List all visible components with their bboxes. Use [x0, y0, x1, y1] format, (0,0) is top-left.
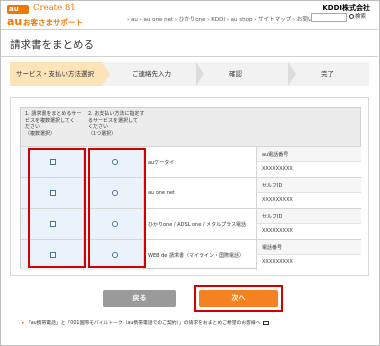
au-one-logo[interactable]: au one: [7, 5, 29, 22]
search-button-label: 検索: [355, 14, 367, 20]
search-button[interactable]: 検索: [349, 13, 373, 22]
next-button-highlight: [194, 285, 283, 312]
id-label: セルフID: [262, 183, 283, 189]
step-1: サービス・支払い方法選択: [10, 62, 102, 86]
title-divider: [1, 56, 378, 57]
id-value: XXXXXXXXX: [262, 259, 293, 265]
page-title: 請求書をまとめる: [10, 39, 94, 51]
step-3-label: 確認: [229, 70, 242, 78]
footnote-link[interactable]: ▸ 「au携帯電話」と「001国際モバイルトーク（au携帯電話でのご契約）」の請…: [22, 319, 269, 326]
id-value-cell: XXXXXXXXX: [257, 162, 361, 177]
search-input[interactable]: [311, 13, 347, 22]
id-label: 電話番号: [262, 245, 283, 251]
step-4: 完了: [321, 62, 334, 86]
id-value-cell: XXXXXXXXX: [257, 224, 361, 239]
service-name: au one net: [148, 190, 175, 196]
col-header-payment-line: 2. お支払い方法に指定す: [88, 111, 145, 117]
search-icon: [349, 14, 354, 19]
step-2: ご連絡先入力: [132, 62, 171, 86]
service-id-area: 電話番号 XXXXXXXXX: [256, 240, 361, 270]
id-label-cell: セルフID: [257, 209, 361, 224]
top-nav-links[interactable]: › au › au one net › ひかりone › KDDI › au s…: [127, 15, 330, 23]
col-header-select-line: （複数選択）: [25, 130, 56, 137]
progress-steps: サービス・支払い方法選択 ご連絡先入力 確認 完了: [10, 62, 369, 86]
id-value-cell: XXXXXXXXX: [257, 255, 361, 270]
step-arrow-1: [102, 62, 110, 86]
service-name: WEB de 請求書（マイライン・国際電話）: [148, 253, 244, 259]
id-value: XXXXXXXXX: [262, 228, 293, 234]
id-value: XXXXXXXXX: [262, 197, 293, 203]
col-header-select-line: ださい: [25, 124, 41, 131]
service-name: auケータイ: [148, 160, 175, 166]
step-arrow-3: [288, 62, 296, 86]
site-header: au one Create 81 au お客さまサポート KDDI株式会社 › …: [1, 1, 378, 29]
col-header-select: 1. 請求書をまとめるサー ビスを複数選択してく ださい （複数選択）: [25, 111, 81, 137]
create-logo: Create 81: [33, 3, 76, 13]
col-header-payment-line: （1つ選択）: [88, 130, 117, 137]
service-id-area: セルフID XXXXXXXXX: [256, 178, 361, 208]
table-header: 1. 請求書をまとめるサー ビスを複数選択してく ださい （複数選択） 2. お…: [21, 108, 360, 146]
id-value-cell: XXXXXXXXX: [257, 193, 361, 208]
id-label-cell: セルフID: [257, 178, 361, 193]
id-label: au電話番号: [262, 152, 289, 158]
checkbox-column-highlight: [28, 148, 86, 268]
header-divider: [1, 29, 378, 30]
id-value: XXXXXXXXX: [262, 166, 293, 172]
back-button[interactable]: 戻る: [103, 290, 176, 307]
footnote-text: 「au携帯電話」と「001国際モバイルトーク（au携帯電話でのご契約）」の請求を…: [25, 321, 261, 326]
id-label-cell: 電話番号: [257, 240, 361, 255]
col-header-payment-line: ください: [88, 124, 109, 131]
col-header-select-line: 1. 請求書をまとめるサー: [25, 111, 82, 117]
company-name: KDDI株式会社: [322, 4, 370, 12]
service-name: ひかりone / ADSL one / メタルプラス電話: [148, 222, 247, 228]
radio-column-highlight: [88, 148, 146, 268]
step-arrow-2: [196, 62, 204, 86]
step-1-label: サービス・支払い方法選択: [16, 70, 94, 78]
service-id-area: au電話番号 XXXXXXXXX: [256, 147, 361, 177]
id-label-cell: au電話番号: [257, 147, 361, 162]
support-logo-text: お客さまサポート: [23, 18, 83, 27]
step-4-label: 完了: [321, 70, 334, 78]
external-link-icon: [262, 320, 269, 325]
step-2-label: ご連絡先入力: [132, 70, 171, 78]
service-id-area: セルフID XXXXXXXXX: [256, 209, 361, 239]
step-3: 確認: [229, 62, 242, 86]
id-label: セルフID: [262, 214, 283, 220]
au-logo[interactable]: au: [7, 15, 22, 28]
col-header-payment: 2. お支払い方法に指定す るサービスを選択して ください （1つ選択）: [88, 111, 144, 137]
